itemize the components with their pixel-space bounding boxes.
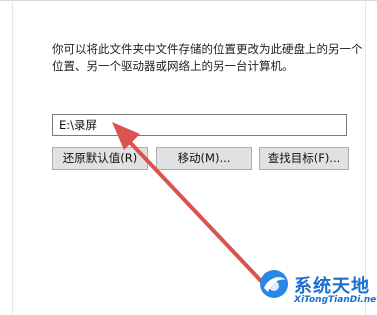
folder-path-input[interactable]: [52, 114, 347, 136]
location-description: 你可以将此文件夹中文件存储的位置更改为此硬盘上的另一个 位置、另一个驱动器或网络…: [52, 41, 363, 75]
watermark-url: XiTongTianDi.net: [294, 295, 377, 305]
restore-default-button[interactable]: 还原默认值(R): [52, 147, 148, 170]
window-left-border: [12, 0, 13, 315]
move-button[interactable]: 移动(M)...: [156, 147, 252, 170]
description-line-2: 位置、另一个驱动器或网络上的另一台计算机。: [52, 59, 294, 73]
window-top-border: [0, 0, 377, 1]
find-target-button[interactable]: 查找目标(F)...: [259, 147, 349, 170]
watermark-logo-icon: [260, 270, 288, 298]
description-line-1: 你可以将此文件夹中文件存储的位置更改为此硬盘上的另一个: [52, 42, 363, 56]
watermark: 系统天地 XiTongTianDi.net: [252, 262, 377, 315]
